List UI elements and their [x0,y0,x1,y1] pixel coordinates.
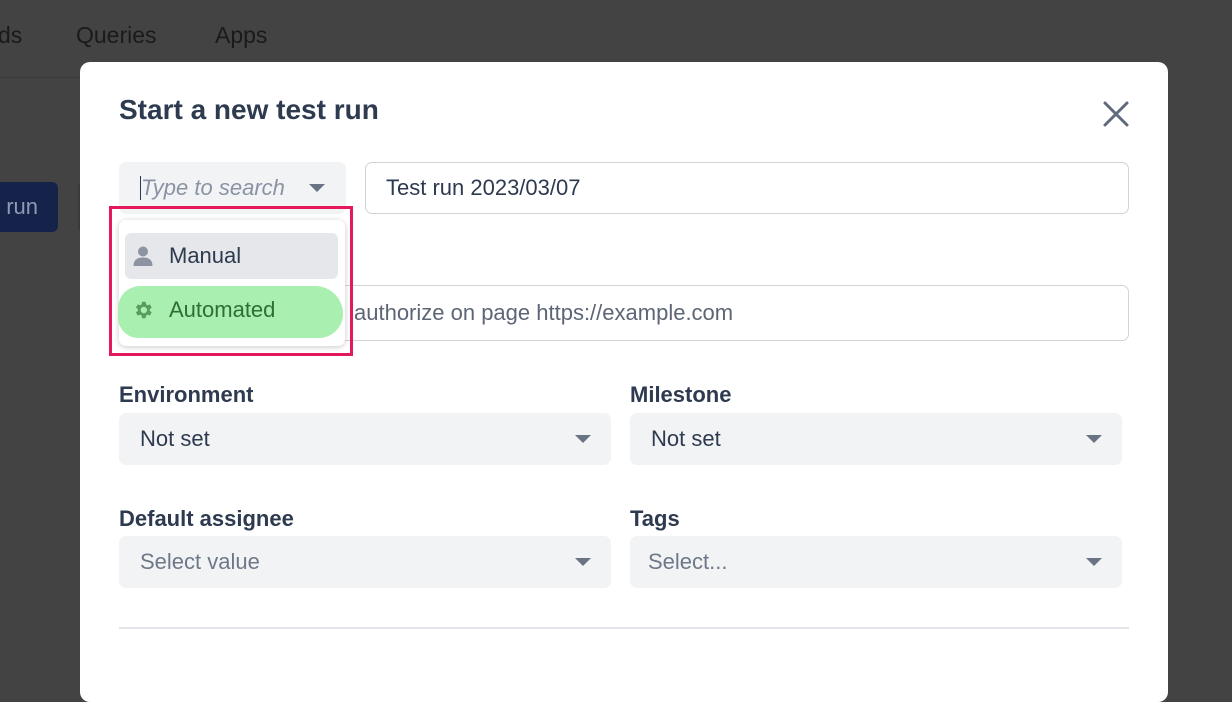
modal-title: Start a new test run [119,94,379,125]
default-assignee-select[interactable]: Select value [119,536,611,588]
background-run-button[interactable]: run [0,182,58,232]
milestone-label: Milestone [630,382,732,407]
nav-item-queries[interactable]: Queries [76,22,157,49]
tags-label: Tags [630,506,680,531]
chevron-down-icon [1086,435,1102,443]
environment-select[interactable]: Not set [119,413,611,465]
annotation-highlight-box [109,206,353,356]
chevron-down-icon [575,435,591,443]
section-divider [119,627,1129,629]
run-name-input[interactable]: Test run 2023/03/07 [365,162,1129,214]
close-button[interactable] [1100,98,1132,130]
new-test-run-modal: Start a new test run Type to search Test… [80,62,1168,702]
background-divider [0,77,80,78]
environment-value: Not set [140,426,210,451]
milestone-value: Not set [651,426,721,451]
default-assignee-placeholder: Select value [140,549,260,574]
chevron-down-icon [309,184,325,192]
tags-placeholder: Select... [648,549,728,574]
background-run-button-label: run [6,194,38,219]
chevron-down-icon [1086,558,1102,566]
nav-item-apps[interactable]: Apps [215,22,267,49]
default-assignee-label: Default assignee [119,506,294,531]
chevron-down-icon [575,558,591,566]
nav-item-dashboards[interactable]: ds [0,22,22,49]
milestone-select[interactable]: Not set [630,413,1122,465]
run-type-search-placeholder: Type to search [141,175,285,200]
tags-select[interactable]: Select... [630,536,1122,588]
environment-label: Environment [119,382,254,407]
close-icon [1103,101,1129,127]
